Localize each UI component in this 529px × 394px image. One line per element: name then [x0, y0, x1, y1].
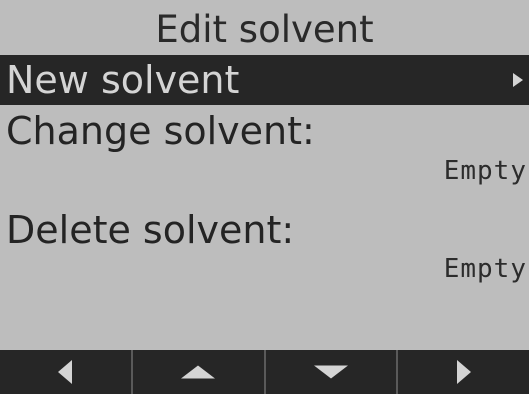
arrow-right-icon [456, 360, 471, 384]
menu-item-delete-solvent[interactable]: Delete solvent: [0, 207, 529, 253]
delete-solvent-value: Empty [443, 254, 527, 284]
softkey-right[interactable] [398, 350, 529, 394]
menu-item-label: New solvent [6, 58, 240, 102]
submenu-arrow-icon [513, 73, 523, 87]
menu-item-change-solvent[interactable]: Change solvent: [0, 108, 529, 154]
arrow-left-icon [58, 360, 73, 384]
screen-title: Edit solvent [155, 8, 374, 51]
softkey-up[interactable] [133, 350, 266, 394]
arrow-up-icon [181, 365, 216, 379]
arrow-down-icon [313, 365, 348, 379]
softkey-bar [0, 350, 529, 394]
softkey-down[interactable] [266, 350, 399, 394]
softkey-left[interactable] [0, 350, 133, 394]
menu-item-new-solvent[interactable]: New solvent [0, 55, 529, 105]
menu-item-label: Change solvent: [6, 109, 315, 153]
menu-item-label: Delete solvent: [6, 208, 295, 252]
lcd-screen: Edit solvent New solvent Change solvent:… [0, 0, 529, 394]
change-solvent-value: Empty [443, 156, 527, 186]
